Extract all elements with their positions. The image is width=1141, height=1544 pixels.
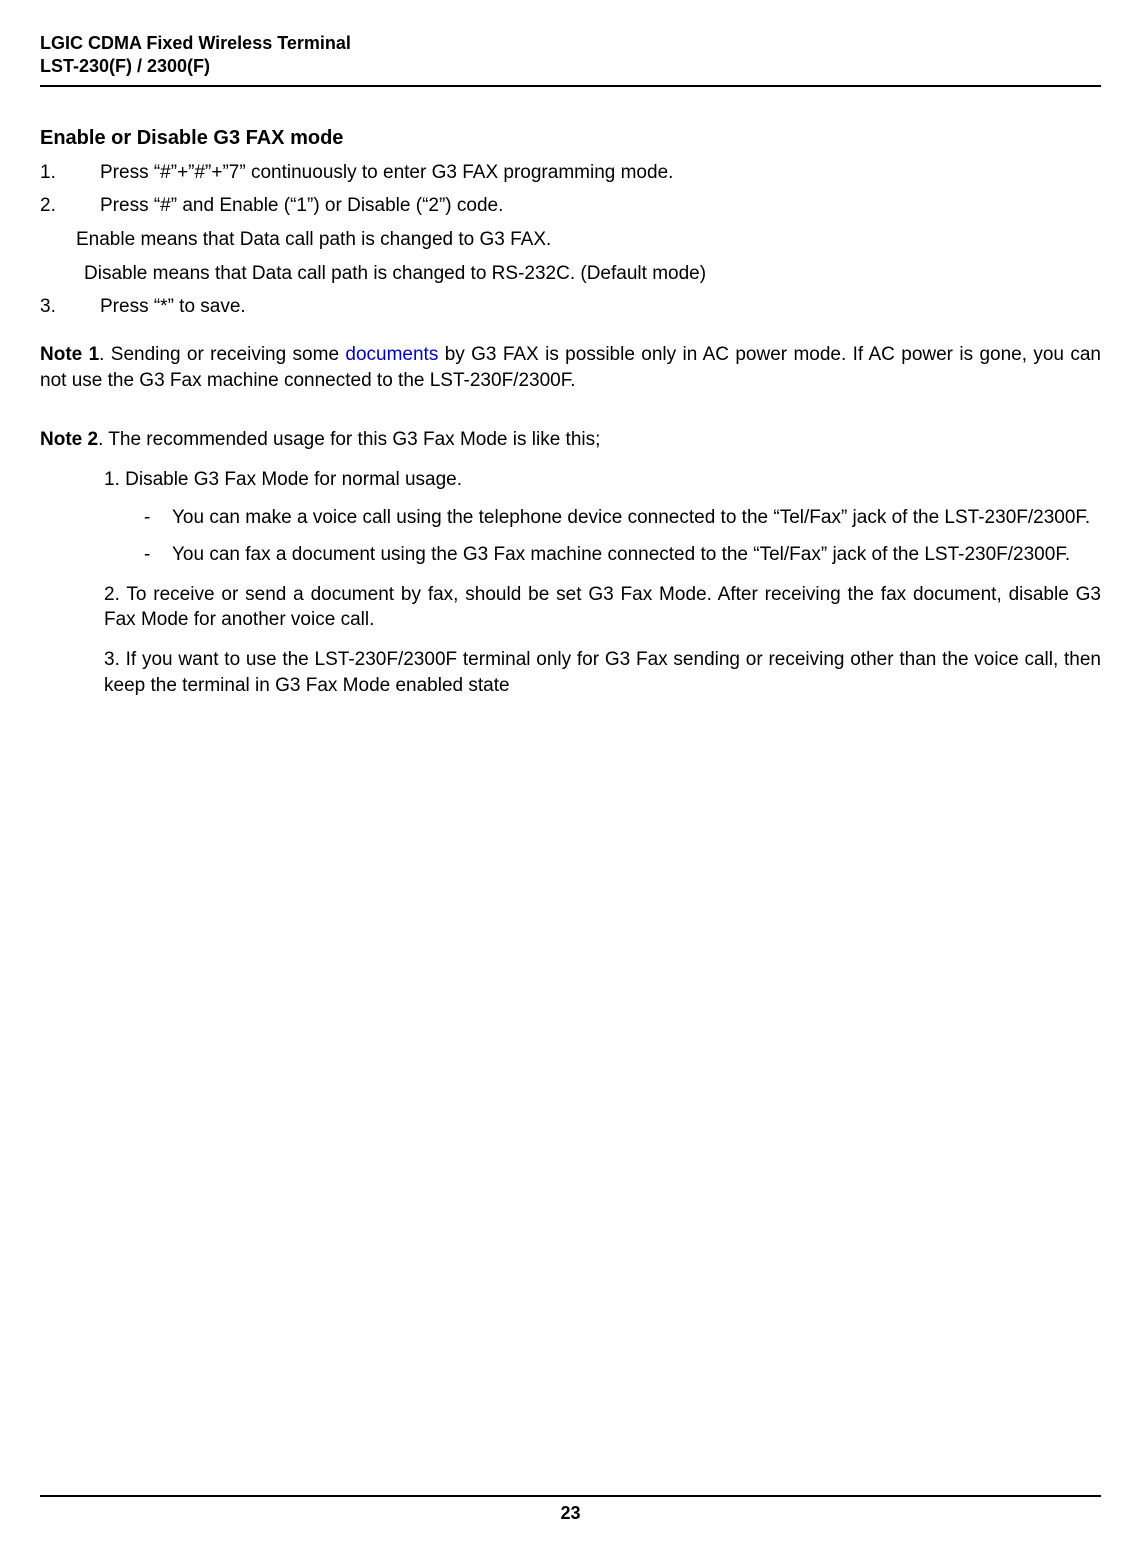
note-label: Note 1 <box>40 344 99 365</box>
dash-item: - You can make a voice call using the te… <box>144 505 1101 531</box>
note-2: Note 2. The recommended usage for this G… <box>40 427 1101 453</box>
dash-item: - You can fax a document using the G3 Fa… <box>144 542 1101 568</box>
dash-text: You can fax a document using the G3 Fax … <box>172 542 1070 568</box>
note-link[interactable]: documents <box>345 344 438 365</box>
note2-item: 2. To receive or send a document by fax,… <box>104 582 1101 633</box>
note-1: Note 1. Sending or receiving some docume… <box>40 342 1101 393</box>
note-label: Note 2 <box>40 429 98 450</box>
step-row: 2. Press “#” and Enable (“1”) or Disable… <box>40 193 1101 219</box>
note-intro: . The recommended usage for this G3 Fax … <box>98 429 600 450</box>
page-footer: 23 <box>40 1495 1101 1524</box>
dash-icon: - <box>144 542 172 568</box>
step-text: Press “#”+”#”+”7” continuously to enter … <box>100 160 673 186</box>
note2-item: 1. Disable G3 Fax Mode for normal usage. <box>104 467 1101 493</box>
dash-text: You can make a voice call using the tele… <box>172 505 1090 531</box>
footer-divider <box>40 1495 1101 1497</box>
step-row: 1. Press “#”+”#”+”7” continuously to ent… <box>40 160 1101 186</box>
header-title: LGIC CDMA Fixed Wireless Terminal <box>40 32 1101 55</box>
page-number: 23 <box>40 1503 1101 1524</box>
step-text: Press “#” and Enable (“1”) or Disable (“… <box>100 193 503 219</box>
document-page: LGIC CDMA Fixed Wireless Terminal LST-23… <box>0 0 1141 1544</box>
step-number: 1. <box>40 160 100 186</box>
enable-note: Enable means that Data call path is chan… <box>76 227 1101 253</box>
step-number: 2. <box>40 193 100 219</box>
step-number: 3. <box>40 294 100 320</box>
step-row: 3. Press “*” to save. <box>40 294 1101 320</box>
header-divider <box>40 85 1101 87</box>
note2-item: 3. If you want to use the LST-230F/2300F… <box>104 647 1101 698</box>
note-text-pre: . Sending or receiving some <box>99 344 345 365</box>
header-model: LST-230(F) / 2300(F) <box>40 55 1101 78</box>
dash-icon: - <box>144 505 172 531</box>
disable-note: Disable means that Data call path is cha… <box>84 261 1101 287</box>
section-heading: Enable or Disable G3 FAX mode <box>40 127 1101 150</box>
step-text: Press “*” to save. <box>100 294 246 320</box>
